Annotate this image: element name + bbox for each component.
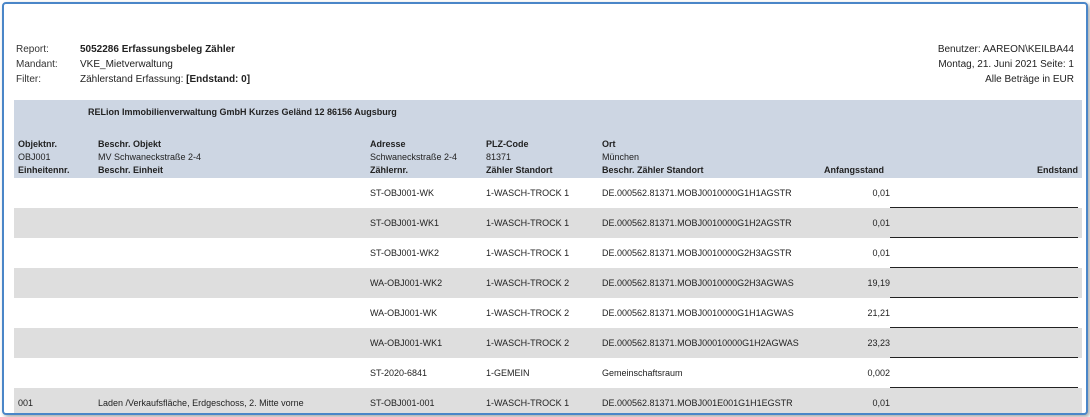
mandant-label: Mandant: [16, 59, 58, 70]
meter-location-cell: 1-WASCH-TROCK 1 [486, 188, 570, 198]
start-reading-cell: 0,002 [867, 368, 890, 378]
report-header-right: Benutzer: AAREON\KEILBA44 Montag, 21. Ju… [938, 42, 1074, 87]
einheitennr-header: Einheitennr. [18, 165, 70, 175]
meter-location-description-cell: DE.000562.81371.MOBJ0010000G1H2AGSTR [602, 218, 792, 228]
table-row: 001 Laden /Verkaufsfläche, Erdgeschoss, 2… [14, 388, 1082, 413]
report-frame: Report: 5052286 Erfassungsbeleg Zähler M… [2, 2, 1088, 415]
meter-location-cell: 1-WASCH-TROCK 2 [486, 278, 570, 288]
beschr-objekt-header: Beschr. Objekt [98, 139, 162, 149]
table-row: ST-OBJ001-WK 1-WASCH-TROCK 1 DE.000562.813… [14, 178, 1082, 208]
meter-location-cell: 1-WASCH-TROCK 2 [486, 308, 570, 318]
meter-number-cell: ST-OBJ001-WK [370, 188, 435, 198]
start-reading-cell: 0,01 [872, 248, 890, 258]
unit-description-cell: Laden /Verkaufsfläche, Erdgeschoss, 2. M… [98, 398, 304, 408]
table-row: ST-OBJ001-WK1 1-WASCH-TROCK 1 DE.000562.81… [14, 208, 1082, 238]
plz-value: 81371 [486, 152, 512, 162]
filter-value: [Endstand: 0] [186, 74, 251, 85]
zaehler-standort-header: Zähler Standort [486, 165, 553, 175]
start-reading-cell: 0,01 [872, 398, 890, 408]
meter-number-cell: ST-OBJ001-001 [370, 398, 435, 408]
table-row: ST-OBJ001-WK2 1-WASCH-TROCK 1 DE.000562.81… [14, 238, 1082, 268]
meter-number-cell: ST-2020-6841 [370, 368, 428, 378]
meter-location-description-cell: DE.000562.81371.MOBJ0010000G1H1AGSTR [602, 188, 792, 198]
adresse-header: Adresse [370, 139, 406, 149]
object-header-band: RELion Immobilienverwaltung GmbH Kurzes … [14, 100, 1082, 178]
table-row: ST-2020-6841 1-GEMEIN Gemeinschaftsraum 0,0… [14, 358, 1082, 388]
user-info: Benutzer: AAREON\KEILBA44 [937, 44, 1074, 55]
meter-number-cell: WA-OBJ001-WK [370, 308, 438, 318]
meter-location-description-cell: DE.000562.81371.MOBJ0010000G2H3AGWAS [602, 278, 794, 288]
start-reading-cell: 0,01 [872, 218, 890, 228]
meter-location-cell: 1-WASCH-TROCK 2 [486, 338, 570, 348]
start-reading-cell: 0,01 [872, 188, 890, 198]
meter-location-cell: 1-WASCH-TROCK 1 [486, 248, 570, 258]
table-row: WA-OBJ001-WK2 1-WASCH-TROCK 2 DE.000562.81… [14, 268, 1082, 298]
meter-number-cell: ST-OBJ001-WK1 [370, 218, 440, 228]
meter-location-description-cell: DE.000562.81371.MOBJ00010000G1H2AGWAS [602, 338, 799, 348]
start-reading-cell: 23,23 [867, 338, 890, 348]
meter-table: ST-OBJ001-WK 1-WASCH-TROCK 1 DE.000562.813… [14, 178, 1082, 413]
unit-number-cell: 001 [18, 398, 34, 408]
beschr-objekt-value: MV Schwaneckstraße 2-4 [98, 152, 202, 162]
report-title: 5052286 Erfassungsbeleg Zähler [80, 44, 236, 55]
meter-location-description-cell: DE.000562.81371.MOBJ001E001G1H1EGSTR [602, 398, 793, 408]
start-reading-cell: 19,19 [867, 278, 890, 288]
currency-note: Alle Beträge in EUR [985, 74, 1074, 85]
meter-number-cell: WA-OBJ001-WK2 [370, 278, 443, 288]
mandant-value: VKE_Mietverwaltung [80, 59, 173, 70]
plz-header: PLZ-Code [486, 139, 529, 149]
meter-location-description-cell: DE.000562.81371.MOBJ0010000G2H3AGSTR [602, 248, 792, 258]
filter-label: Filter: [16, 74, 41, 85]
meter-number-cell: WA-OBJ001-WK1 [370, 338, 443, 348]
anfangsstand-header: Anfangsstand [824, 165, 885, 175]
table-row: WA-OBJ001-WK1 1-WASCH-TROCK 2 DE.000562.81… [14, 328, 1082, 358]
meter-location-cell: 1-WASCH-TROCK 1 [486, 218, 570, 228]
meter-number-cell: ST-OBJ001-WK2 [370, 248, 440, 258]
meter-location-description-cell: DE.000562.81371.MOBJ0010000G1H1AGWAS [602, 308, 794, 318]
objektnr-header: Objektnr. [18, 139, 58, 149]
ort-header: Ort [602, 139, 616, 149]
filter-prefix: Zählerstand Erfassung: [80, 74, 187, 85]
beschr-einheit-header: Beschr. Einheit [98, 165, 164, 175]
meter-location-description-cell: Gemeinschaftsraum [602, 368, 683, 378]
objektnr-value: OBJ001 [18, 152, 51, 162]
meter-location-cell: 1-GEMEIN [486, 368, 530, 378]
zaehlernr-header: Zählernr. [370, 165, 409, 175]
company-line: RELion Immobilienverwaltung GmbH Kurzes … [88, 107, 397, 117]
date-page: Montag, 21. Juni 2021 Seite: 1 [938, 59, 1074, 70]
report-header-left: Report: 5052286 Erfassungsbeleg Zähler M… [16, 42, 250, 87]
meter-location-cell: 1-WASCH-TROCK 1 [486, 398, 570, 408]
endstand-header: Endstand [1036, 165, 1078, 175]
start-reading-cell: 21,21 [867, 308, 890, 318]
ort-value: München [602, 152, 640, 162]
adresse-value: Schwaneckstraße 2-4 [370, 152, 458, 162]
beschr-zaehler-standort-header: Beschr. Zähler Standort [602, 165, 704, 175]
report-label: Report: [16, 44, 49, 55]
table-row: WA-OBJ001-WK 1-WASCH-TROCK 2 DE.000562.813… [14, 298, 1082, 328]
